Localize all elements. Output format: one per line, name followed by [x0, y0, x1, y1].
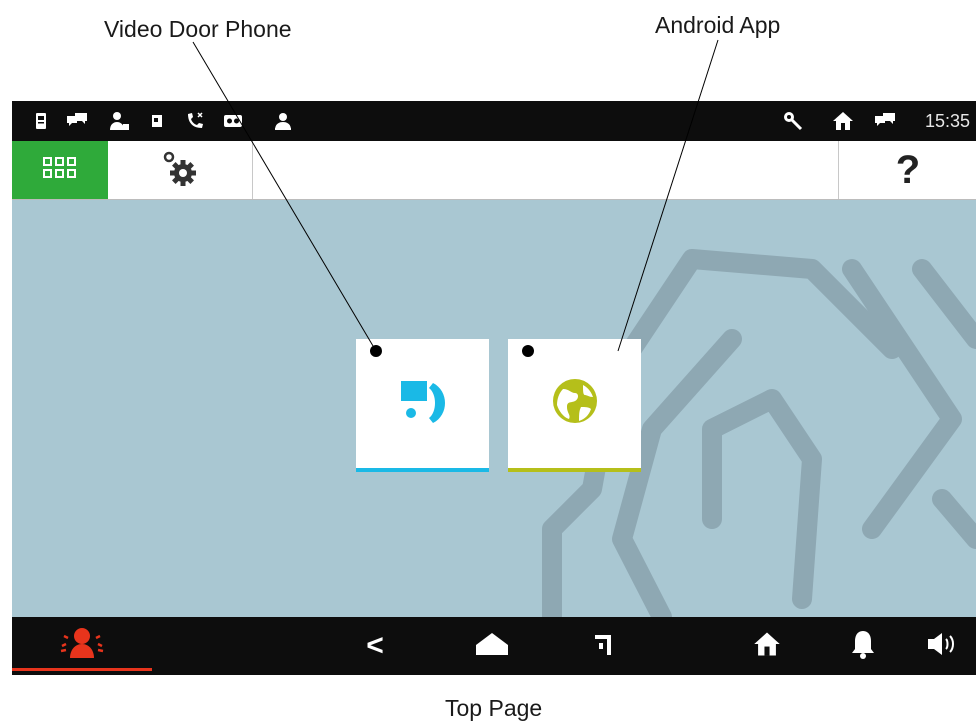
- emergency-button[interactable]: [12, 617, 152, 675]
- settings-button[interactable]: [108, 141, 253, 199]
- help-icon: ?: [895, 147, 921, 192]
- contact-icon: [272, 110, 294, 132]
- recents-button[interactable]: [574, 617, 634, 675]
- home-icon: [474, 631, 510, 662]
- help-button[interactable]: ?: [838, 141, 976, 199]
- chat-icon: [874, 110, 896, 132]
- back-icon: <: [366, 629, 384, 662]
- top-toolbar: ?: [12, 141, 976, 200]
- apps-grid-icon: [43, 156, 77, 184]
- callout-video-door-phone: Video Door Phone: [104, 16, 292, 42]
- figure-caption: Top Page: [445, 695, 543, 721]
- intercom-icon: [30, 110, 52, 132]
- home-icon: [832, 110, 854, 132]
- chat-icon: [66, 110, 88, 132]
- android-app-tile[interactable]: [508, 339, 641, 472]
- video-door-phone-tile[interactable]: [356, 339, 489, 472]
- missed-call-icon: [184, 110, 206, 132]
- home-icon: [753, 630, 781, 663]
- active-indicator: [12, 668, 152, 671]
- recents-icon: [589, 629, 619, 664]
- callout-marker: [522, 345, 534, 357]
- home-nav-button[interactable]: [462, 617, 522, 675]
- wrench-icon: [782, 110, 804, 132]
- callout-marker: [370, 345, 382, 357]
- bell-icon: [851, 629, 875, 664]
- back-button[interactable]: <: [350, 617, 400, 675]
- gear-icon: [161, 149, 199, 192]
- home-automation-button[interactable]: [742, 617, 792, 675]
- apps-button[interactable]: [12, 141, 108, 199]
- volume-icon: [926, 631, 960, 662]
- home-content: [12, 199, 976, 617]
- status-time: 15:35: [924, 111, 970, 131]
- voicemail-icon: [222, 110, 244, 132]
- notification-button[interactable]: [838, 617, 888, 675]
- volume-button[interactable]: [918, 617, 968, 675]
- callout-android-app: Android App: [655, 12, 781, 38]
- globe-icon: [549, 375, 601, 432]
- alarm-person-icon: [60, 624, 104, 669]
- navigation-bar: <: [12, 617, 976, 675]
- background-pattern: [542, 249, 976, 617]
- door-phone-icon: [397, 375, 449, 432]
- sim-icon: [146, 110, 168, 132]
- user-lock-icon: [108, 110, 130, 132]
- device-screen: 15:35 ? <: [12, 101, 976, 675]
- status-bar: 15:35: [12, 101, 976, 141]
